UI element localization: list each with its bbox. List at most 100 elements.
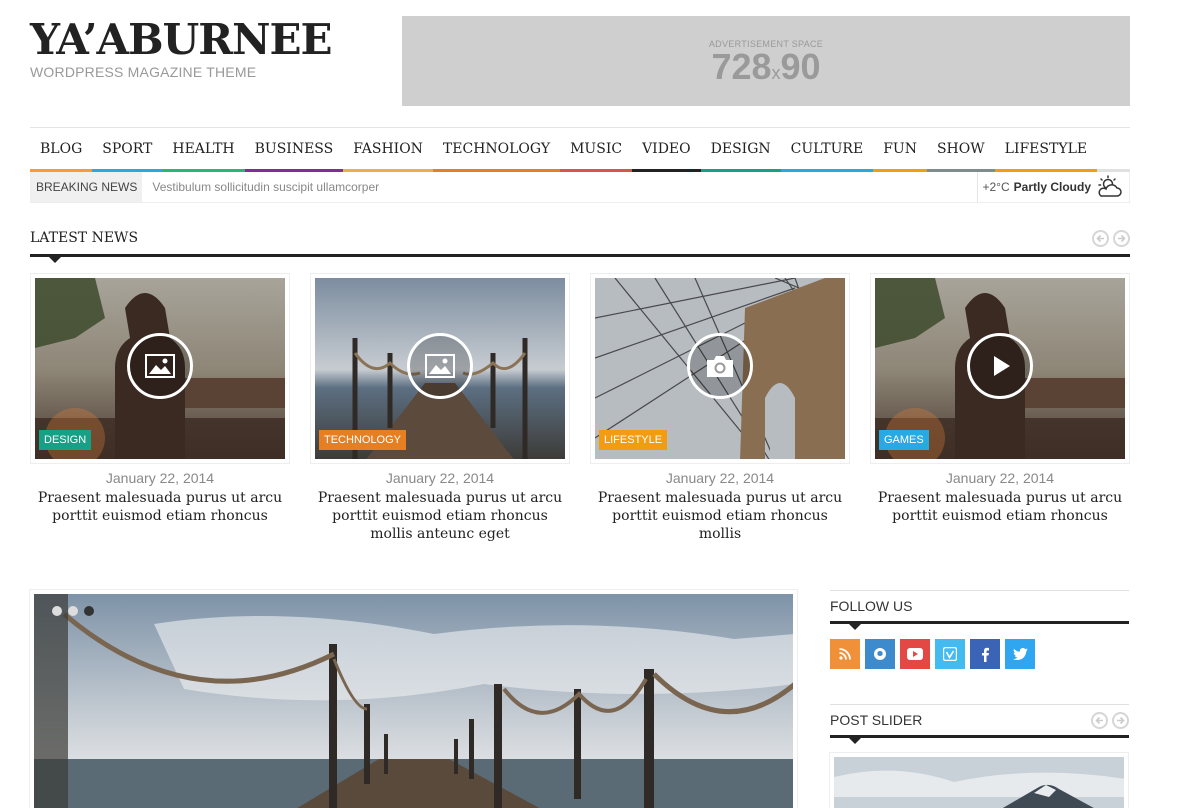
latest-news-header: LATEST NEWS	[30, 227, 1130, 263]
post-slider-title: POST SLIDER	[830, 712, 923, 728]
nav-item-fun[interactable]: FUN	[873, 128, 927, 172]
camera-icon	[707, 355, 733, 377]
news-title[interactable]: Praesent malesuada purus ut arcu porttit…	[310, 489, 570, 543]
news-date: January 22, 2014	[385, 470, 495, 486]
slider-dot[interactable]	[52, 606, 62, 616]
site-logo[interactable]: YA’ABURNEE WORDPRESS MAGAZINE THEME	[30, 15, 333, 81]
rss-icon	[839, 648, 851, 660]
play-icon	[994, 355, 1010, 376]
arrow-left-icon	[1096, 234, 1104, 243]
weather-widget: +2°C Partly Cloudy	[977, 172, 1129, 202]
vimeo-button[interactable]	[935, 639, 965, 669]
facebook-icon	[982, 647, 989, 662]
post-slider-arrows	[1091, 712, 1129, 729]
breaking-news-label: BREAKING NEWS	[31, 172, 143, 202]
latest-news-arrows	[1092, 230, 1130, 247]
nav-item-business[interactable]: BUSINESS	[244, 128, 344, 172]
ad-height: 90	[780, 46, 821, 87]
ad-size: 728x90	[402, 49, 1130, 91]
nav-item-culture[interactable]: CULTURE	[780, 128, 874, 172]
next-arrow-button[interactable]	[1112, 712, 1129, 729]
site-title: YA’ABURNEE	[30, 15, 333, 64]
slider-photo	[34, 594, 793, 808]
category-tag[interactable]: GAMES	[879, 430, 929, 450]
image-format-badge	[687, 332, 753, 399]
news-date: January 22, 2014	[105, 470, 215, 486]
header-pointer	[849, 624, 861, 630]
ad-x: x	[771, 63, 781, 83]
arrow-right-icon	[1117, 716, 1125, 725]
news-photo: LIFESTYLE	[595, 278, 845, 459]
news-card-image[interactable]: LIFESTYLE	[590, 273, 850, 464]
nav-item-health[interactable]: HEALTH	[162, 128, 245, 172]
youtube-button[interactable]	[900, 639, 930, 669]
follow-us-title: FOLLOW US	[830, 598, 913, 614]
image-icon	[425, 353, 455, 378]
site-tagline: WORDPRESS MAGAZINE THEME	[30, 64, 257, 80]
news-title[interactable]: Praesent malesuada purus ut arcu porttit…	[590, 489, 850, 543]
news-card-image[interactable]: TECHNOLOGY	[310, 273, 570, 464]
ad-width: 728	[711, 46, 772, 87]
image-format-badge	[407, 332, 473, 399]
news-card[interactable]: TECHNOLOGY January 22, 2014 Praesent mal…	[310, 273, 570, 543]
github-icon	[874, 648, 886, 660]
post-slider-header: POST SLIDER	[830, 704, 1129, 744]
featured-slider[interactable]	[29, 589, 798, 808]
youtube-icon	[907, 648, 923, 660]
news-card[interactable]: LIFESTYLE January 22, 2014 Praesent male…	[590, 273, 850, 543]
video-format-badge	[967, 332, 1033, 399]
advertisement-banner[interactable]: ADVERTISEMENT SPACE 728x90	[402, 16, 1130, 106]
news-photo: GAMES	[875, 278, 1125, 459]
nav-item-show[interactable]: SHOW	[926, 128, 995, 172]
slider-dots	[52, 606, 94, 616]
breaking-news-headline[interactable]: Vestibulum sollicitudin suscipit ullamco…	[142, 180, 977, 194]
nav-item-music[interactable]: MUSIC	[560, 128, 633, 172]
news-card[interactable]: GAMES January 22, 2014 Praesent malesuad…	[870, 273, 1130, 525]
nav-item-design[interactable]: DESIGN	[700, 128, 781, 172]
arrow-right-icon	[1118, 234, 1126, 243]
slider-dot[interactable]	[68, 606, 78, 616]
post-slider-thumb[interactable]	[829, 752, 1129, 808]
arrow-left-icon	[1095, 716, 1103, 725]
nav-item-lifestyle[interactable]: LIFESTYLE	[994, 128, 1098, 172]
follow-us-header: FOLLOW US	[830, 590, 1129, 630]
news-card-image[interactable]: DESIGN	[30, 273, 290, 464]
news-title[interactable]: Praesent malesuada purus ut arcu porttit…	[30, 489, 290, 525]
nav-item-video[interactable]: VIDEO	[632, 128, 701, 172]
next-arrow-button[interactable]	[1113, 230, 1130, 247]
nav-item-fashion[interactable]: FASHION	[343, 128, 433, 172]
rss-button[interactable]	[830, 639, 860, 669]
social-links	[830, 639, 1035, 669]
image-icon	[145, 353, 175, 378]
github-button[interactable]	[865, 639, 895, 669]
category-tag[interactable]: TECHNOLOGY	[319, 430, 407, 450]
twitter-button[interactable]	[1005, 639, 1035, 669]
news-title[interactable]: Praesent malesuada purus ut arcu porttit…	[870, 489, 1130, 525]
nav-item-technology[interactable]: TECHNOLOGY	[432, 128, 561, 172]
category-tag[interactable]: LIFESTYLE	[599, 430, 668, 450]
nav-underline-fill	[1097, 128, 1130, 172]
weather-condition: Partly Cloudy	[1013, 180, 1091, 194]
nav-item-blog[interactable]: BLOG	[30, 128, 93, 172]
nav-item-sport[interactable]: SPORT	[92, 128, 163, 172]
breaking-news-bar: BREAKING NEWS Vestibulum sollicitudin su…	[30, 172, 1130, 203]
news-card[interactable]: DESIGN January 22, 2014 Praesent malesua…	[30, 273, 290, 525]
partly-cloudy-icon	[1098, 175, 1122, 197]
prev-arrow-button[interactable]	[1092, 230, 1109, 247]
prev-arrow-button[interactable]	[1091, 712, 1108, 729]
post-slider-photo	[834, 757, 1124, 808]
weather-temp: +2°C	[982, 180, 1010, 194]
image-format-badge	[127, 332, 193, 399]
slider-dot-active[interactable]	[84, 606, 94, 616]
header-pointer	[49, 257, 61, 263]
news-card-image[interactable]: GAMES	[870, 273, 1130, 464]
category-tag[interactable]: DESIGN	[39, 430, 92, 450]
twitter-icon	[1012, 648, 1028, 660]
news-date: January 22, 2014	[945, 470, 1055, 486]
vimeo-icon	[943, 647, 957, 661]
news-photo: DESIGN	[35, 278, 285, 459]
facebook-button[interactable]	[970, 639, 1000, 669]
header-pointer	[849, 738, 861, 744]
main-navigation: BLOG SPORT HEALTH BUSINESS FASHION TECHNOLOGY…	[30, 127, 1130, 172]
news-photo: TECHNOLOGY	[315, 278, 565, 459]
